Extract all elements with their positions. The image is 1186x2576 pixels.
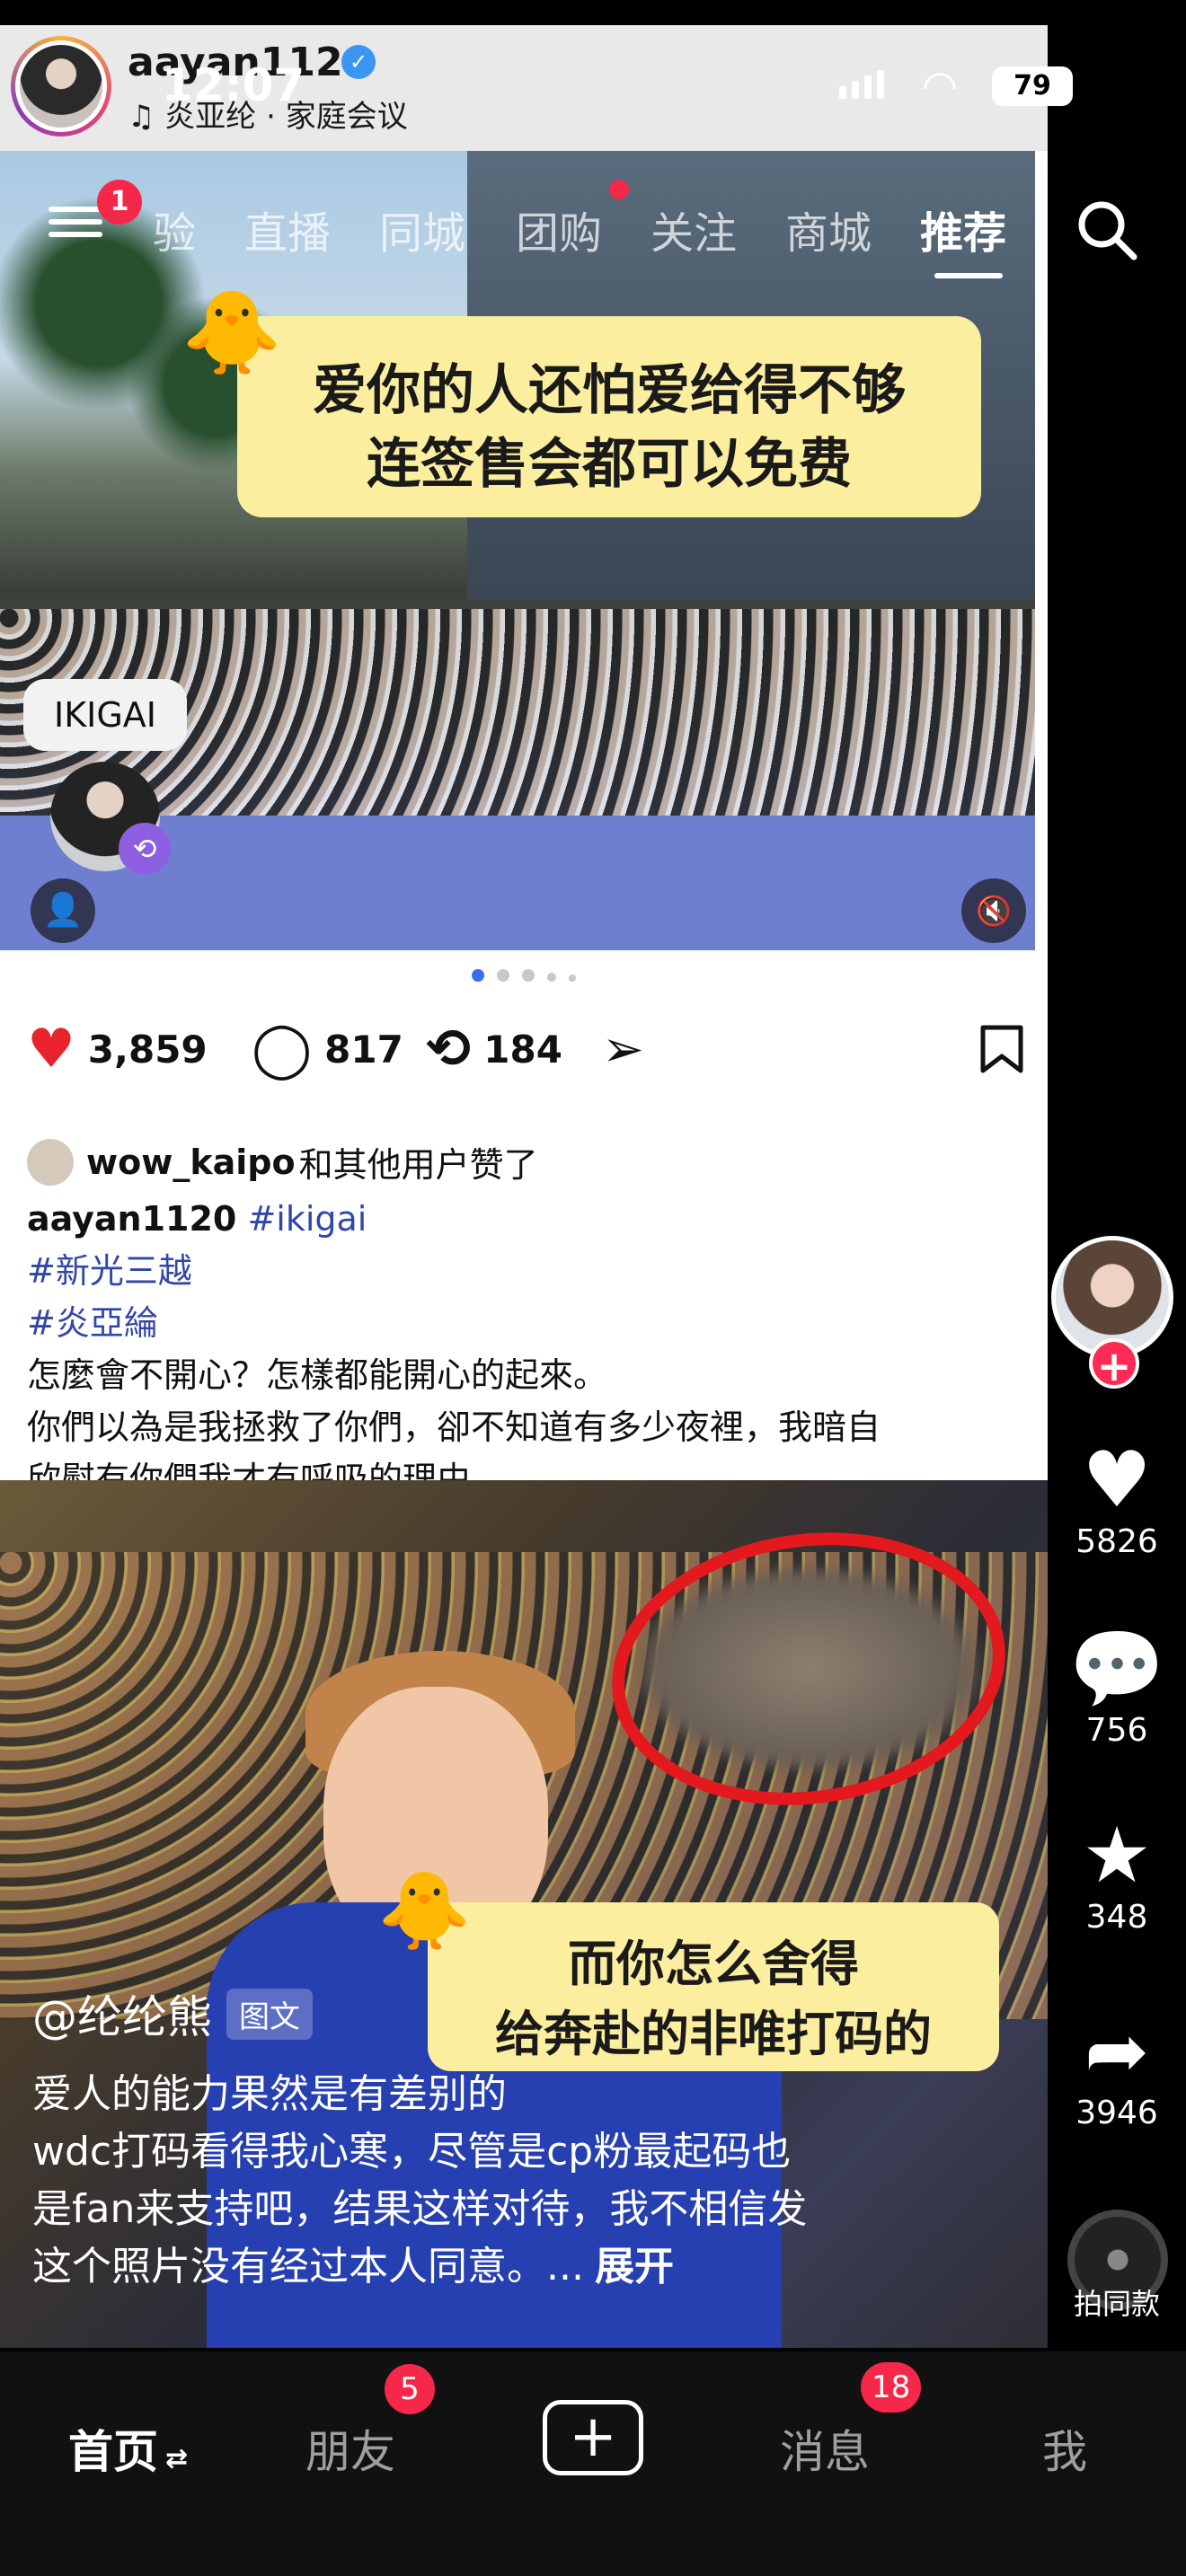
post-description[interactable]: 爱人的能力果然是有差别的 wdc打码看得我心寒，尽管是cp粉最起码也 是fan来… [32,2066,1021,2296]
hamburger-line [49,219,102,225]
post-actions: ♥ 3,859 ◯ 817 ⟲ 184 ➢ [27,1011,1033,1087]
like-count: 5826 [1075,1523,1158,1560]
nav-home-label: 首页 [68,2426,158,2478]
hamburger-line [49,232,102,237]
hashtag[interactable]: #新光三越 [27,1245,1024,1297]
hashtag[interactable]: #炎亞綸 [27,1297,1024,1349]
liked-by-line[interactable]: wow_kaipo 和其他用户赞了 [27,1137,538,1187]
post-music-label[interactable]: ♫ 炎亚纶 · 家庭会议 [128,92,408,136]
carousel-dot [472,969,484,982]
post-type-badge: 图文 [226,1988,313,2040]
share-button[interactable]: ➦ 3946 [1048,2008,1186,2131]
overlay-caption-box: 爱你的人还怕爱给得不够 连签售会都可以免费 [237,316,981,517]
description-line: 爱人的能力果然是有差别的 [32,2071,507,2117]
liked-by-avatar [27,1138,74,1186]
notification-dot [609,180,629,199]
nav-me[interactable]: 我 [1042,2416,1087,2481]
nav-home[interactable]: 首页 ⇄ [68,2416,188,2481]
bookmark-icon [980,1025,1023,1073]
post-caption: aayan1120 #ikigai #新光三越 #炎亞綸 怎麼會不開心？怎樣都能… [27,1193,1024,1480]
repost-icon: ⟲ [426,1018,472,1081]
repost-icon: ⟲ [119,823,171,875]
carousel-dot [547,973,556,982]
menu-badge: 1 [97,180,142,225]
tagged-people-icon[interactable]: 👤 [31,878,95,943]
comment-count: 756 [1085,1712,1148,1749]
search-icon[interactable] [1071,194,1143,266]
top-tab-bar: 1 验 直播 同城 团购 关注 商城 推荐 [0,180,1186,278]
repost-action[interactable]: ⟲ 184 [426,1011,562,1087]
active-tab-indicator [934,273,1003,278]
heart-icon: ♥ [27,1018,75,1081]
description-line: wdc打码看得我心寒，尽管是cp粉最起码也 [32,2129,792,2175]
description-line: 这个照片没有经过本人同意。... [32,2244,584,2289]
author-name[interactable]: @纶纶熊 [32,1981,212,2046]
hashtag[interactable]: #ikigai [247,1199,367,1239]
carousel-dot [569,975,576,982]
mute-icon[interactable]: 🔇 [961,878,1026,943]
liked-by-suffix: 和其他用户赞了 [298,1145,538,1185]
comment-action[interactable]: ◯ 817 [252,1011,403,1087]
heart-icon: ♥ [1082,1435,1152,1525]
messages-badge: 18 [861,2362,922,2413]
author-line: @纶纶熊 图文 [32,1981,1021,2046]
duck-sticker-icon: 🐥 [181,286,283,380]
menu-button[interactable] [49,199,102,253]
verified-badge-icon: ✓ [341,45,376,79]
comment-bubble-icon: ◯ [252,1018,313,1081]
follow-button[interactable]: + [1089,1338,1139,1390]
tab-group-buy[interactable]: 团购 [516,198,602,260]
caption-username[interactable]: aayan1120 [27,1199,236,1239]
favorite-button[interactable]: ★ 348 [1048,1813,1186,1936]
description-line: 是fan来支持吧，结果这样对待，我不相信发 [32,2186,808,2232]
overlay-caption-line: 爱你的人还怕爱给得不够 [313,359,906,422]
liked-by-user[interactable]: wow_kaipo [86,1142,296,1182]
caption-line: 怎麼會不開心？怎樣都能開心的起來。 [27,1355,608,1395]
carousel-dot [522,969,535,982]
tab-live[interactable]: 直播 [244,198,331,260]
comment-button[interactable]: 💬 756 [1048,1626,1186,1749]
repost-count: 184 [483,1027,562,1072]
tab-following[interactable]: 关注 [651,198,737,260]
nav-messages[interactable]: 消息 [780,2416,870,2481]
expand-link[interactable]: 展开 [595,2244,674,2289]
comment-bubble-icon: 💬 [1068,1624,1165,1714]
favorite-count: 348 [1085,1899,1148,1936]
star-icon: ★ [1082,1811,1152,1901]
tab-mall[interactable]: 商城 [785,198,872,260]
post-author-avatar[interactable] [11,36,111,137]
tab-experience[interactable]: 验 [153,198,196,260]
hamburger-line [49,207,102,212]
carousel-indicator [0,968,1048,986]
tab-recommend[interactable]: 推荐 [920,198,1006,260]
post-info: @纶纶熊 图文 爱人的能力果然是有差别的 wdc打码看得我心寒，尽管是cp粉最起… [32,1981,1021,2296]
share-action[interactable]: ➢ [602,1011,657,1087]
like-button[interactable]: ♥ 5826 [1048,1437,1186,1560]
tag-label[interactable]: IKIGAI [23,679,187,751]
caption-line: 你們以為是我拯救了你們，卻不知道有多少夜裡，我暗自 [27,1407,881,1447]
tab-nearby[interactable]: 同城 [379,198,465,260]
duck-sticker-icon: 🐥 [377,1866,472,1954]
post-header: aayan1120 ✓ ♫ 炎亚纶 · 家庭会议 [0,25,1048,151]
nav-friends[interactable]: 朋友 [305,2416,395,2481]
bottom-nav: 首页 ⇄ 朋友 5 + 消息 18 我 [0,2351,1186,2576]
caption-line: 欣慰有你們我才有呼吸的理由。 [27,1460,506,1480]
create-button[interactable]: + [543,2400,643,2475]
comment-count: 817 [324,1027,403,1072]
friends-badge: 5 [385,2364,435,2414]
share-arrow-icon: ➦ [1084,2007,1150,2096]
carousel-dot [497,969,509,982]
share-count: 3946 [1075,2095,1158,2131]
bookmark-action[interactable] [979,1011,1024,1087]
overlay-caption-line: 连签售会都可以免费 [367,433,852,496]
post-author-username[interactable]: aayan1120 [128,40,370,85]
like-count: 3,859 [87,1027,208,1072]
swap-icon: ⇄ [165,2443,189,2475]
same-style-button[interactable]: 拍同款 [1048,2281,1186,2323]
send-icon: ➢ [602,1019,644,1079]
like-action[interactable]: ♥ 3,859 [27,1011,208,1087]
